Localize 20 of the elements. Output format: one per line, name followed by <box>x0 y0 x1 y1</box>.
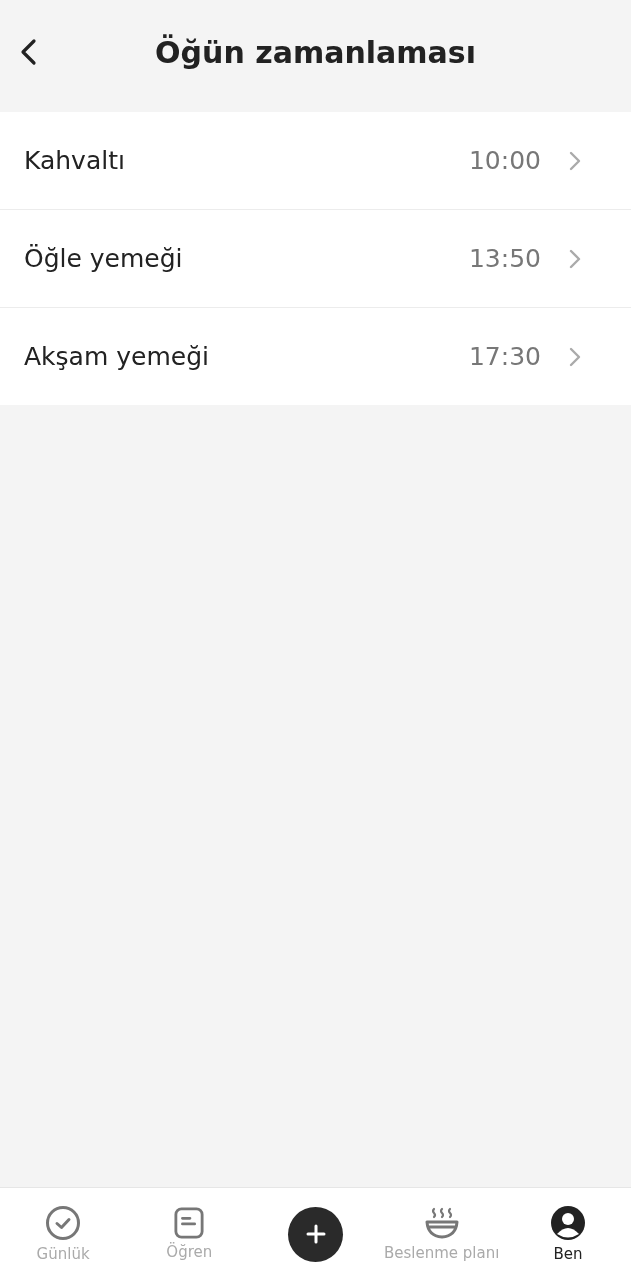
page-title: Öğün zamanlaması <box>155 34 476 70</box>
plus-icon <box>305 1224 326 1244</box>
nav-tab[interactable]: Ben <box>504 1205 631 1263</box>
meal-time: 13:50 <box>468 244 541 273</box>
bowl-icon <box>424 1206 459 1240</box>
meal-name: Kahvaltı <box>24 146 126 175</box>
meal-time: 17:30 <box>468 342 541 371</box>
meal-row[interactable]: Akşam yemeği 17:30 <box>0 308 631 405</box>
chevron-icon <box>569 346 581 367</box>
meal-row[interactable]: Kahvaltı 10:00 <box>0 112 631 210</box>
profile-icon <box>549 1205 586 1241</box>
chevron-icon <box>569 150 581 171</box>
check-circle-icon <box>45 1205 82 1241</box>
meal-name: Akşam yemeği <box>24 342 210 371</box>
meal-name: Öğle yemeği <box>24 244 184 273</box>
meal-time: 10:00 <box>468 146 541 175</box>
add-button[interactable] <box>288 1206 343 1262</box>
chevron-icon <box>569 248 581 269</box>
note-icon <box>174 1207 205 1239</box>
meal-row[interactable]: Öğle yemeği 13:50 <box>0 210 631 308</box>
